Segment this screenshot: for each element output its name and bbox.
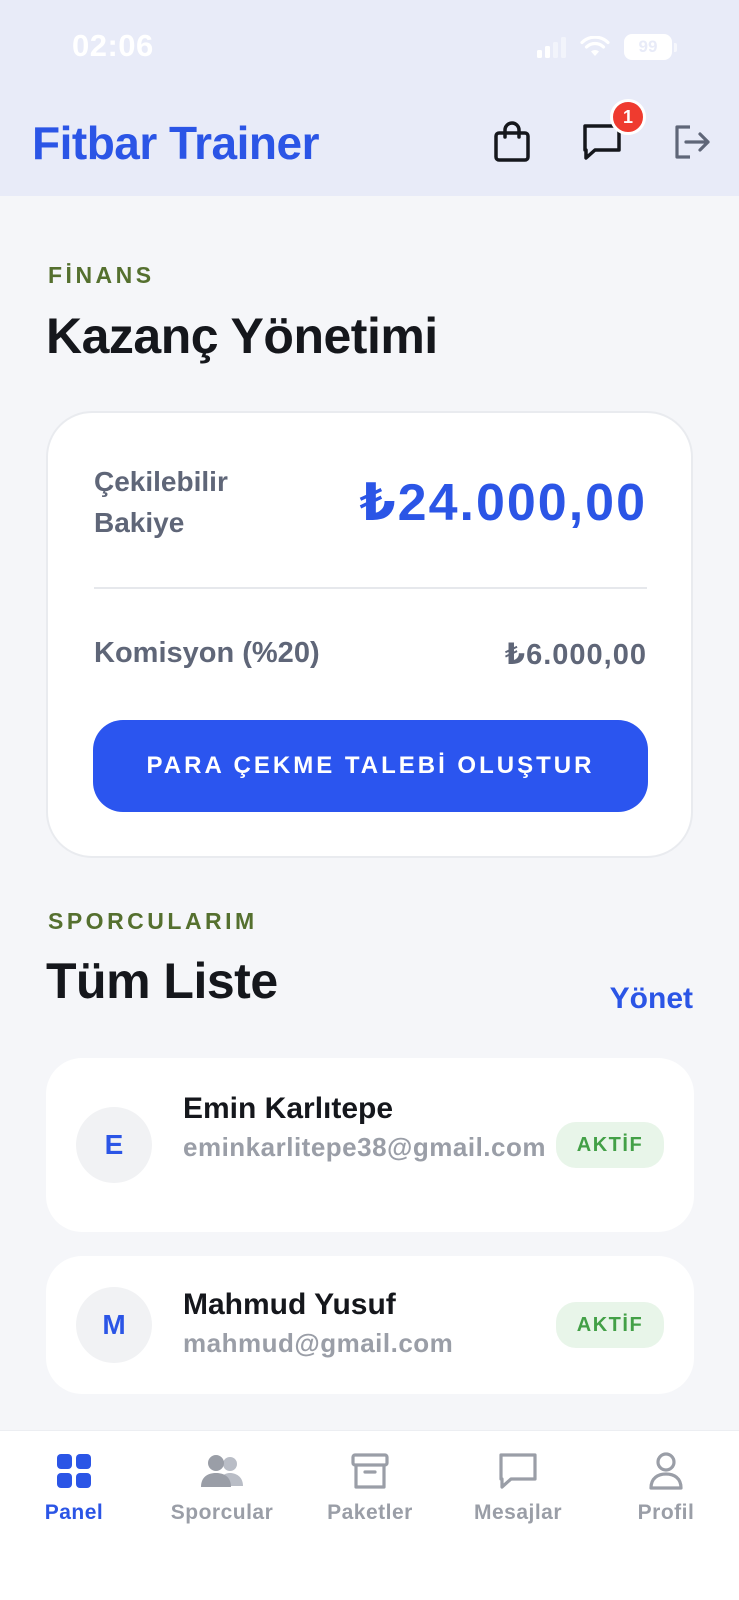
athlete-list-item[interactable]: E Emin Karlıtepe eminkarlitepe38@gmail.c… bbox=[46, 1058, 694, 1232]
status-badge: AKTİF bbox=[556, 1302, 664, 1348]
tab-label: Sporcular bbox=[170, 1501, 274, 1524]
archive-box-icon bbox=[351, 1453, 389, 1489]
message-badge: 1 bbox=[610, 99, 646, 135]
bottom-tab-bar: Panel Sporcular Paketler Mesajlar Profil bbox=[0, 1430, 739, 1600]
cellular-signal-icon bbox=[537, 36, 566, 58]
balance-label: Çekilebilir Bakiye bbox=[94, 466, 228, 538]
wifi-icon bbox=[580, 36, 610, 56]
finance-title: Kazanç Yönetimi bbox=[46, 308, 438, 364]
app-title: Fitbar Trainer bbox=[32, 117, 319, 169]
grid-icon bbox=[57, 1454, 91, 1488]
battery-icon: 99 bbox=[624, 34, 677, 60]
commission-value: ₺6.000,00 bbox=[504, 639, 647, 671]
athletes-title: Tüm Liste bbox=[46, 953, 278, 1009]
tab-mesajlar[interactable]: Mesajlar bbox=[444, 1449, 592, 1539]
tab-label: Paketler bbox=[327, 1501, 413, 1524]
tab-panel[interactable]: Panel bbox=[0, 1449, 148, 1539]
athlete-name: Mahmud Yusuf bbox=[183, 1288, 396, 1321]
status-icons: 99 bbox=[537, 34, 677, 60]
tab-profil[interactable]: Profil bbox=[592, 1449, 739, 1539]
users-icon bbox=[201, 1455, 243, 1487]
withdraw-request-button[interactable]: PARA ÇEKME TALEBİ OLUŞTUR bbox=[93, 720, 648, 812]
user-icon bbox=[649, 1452, 683, 1490]
commission-label: Komisyon (%20) bbox=[94, 637, 320, 669]
app-header: 02:06 99 Fitbar Trainer 1 bbox=[0, 0, 739, 196]
logout-button[interactable] bbox=[668, 118, 716, 166]
tab-label: Panel bbox=[44, 1501, 104, 1524]
finance-eyebrow: FİNANS bbox=[48, 262, 155, 288]
athlete-email: eminkarlitepe38@gmail.com bbox=[183, 1132, 546, 1162]
athlete-email: mahmud@gmail.com bbox=[183, 1328, 454, 1358]
earnings-card: Çekilebilir Bakiye ₺24.000,00 Komisyon (… bbox=[46, 411, 693, 858]
avatar: M bbox=[76, 1287, 152, 1363]
status-badge: AKTİF bbox=[556, 1122, 664, 1168]
divider bbox=[94, 587, 647, 589]
tab-paketler[interactable]: Paketler bbox=[296, 1449, 444, 1539]
tab-label: Profil bbox=[637, 1501, 695, 1524]
logout-icon bbox=[675, 125, 710, 159]
athlete-list-item[interactable]: M Mahmud Yusuf mahmud@gmail.com AKTİF bbox=[46, 1256, 694, 1394]
chat-icon bbox=[499, 1453, 537, 1489]
balance-value: ₺24.000,00 bbox=[359, 474, 647, 532]
battery-level: 99 bbox=[624, 34, 672, 60]
tab-label: Mesajlar bbox=[473, 1501, 563, 1524]
shopping-bag-icon bbox=[494, 121, 530, 162]
manage-athletes-link[interactable]: Yönet bbox=[610, 982, 693, 1016]
tab-sporcular[interactable]: Sporcular bbox=[148, 1449, 296, 1539]
status-time: 02:06 bbox=[72, 28, 154, 63]
athlete-name: Emin Karlıtepe bbox=[183, 1092, 394, 1125]
avatar: E bbox=[76, 1107, 152, 1183]
athletes-eyebrow: SPORCULARIM bbox=[48, 908, 258, 934]
shop-button[interactable] bbox=[488, 118, 536, 166]
